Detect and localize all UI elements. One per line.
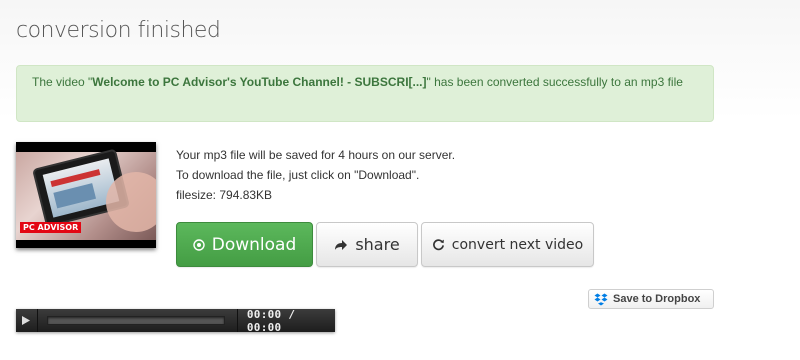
- dropbox-icon: [594, 293, 608, 306]
- video-thumbnail: PC ADVISOR: [16, 142, 156, 248]
- page-title: conversion finished: [16, 18, 221, 43]
- thumbnail-logo: PC ADVISOR: [20, 222, 82, 233]
- refresh-icon: [432, 238, 445, 251]
- info-filesize: filesize: 794.83KB: [176, 188, 273, 202]
- alert-suffix: " has been converted successfully to an …: [426, 75, 683, 89]
- download-button[interactable]: Download: [176, 222, 313, 267]
- alert-prefix: The video ": [32, 75, 93, 89]
- share-button[interactable]: share: [316, 222, 418, 267]
- success-alert: The video "Welcome to PC Advisor's YouTu…: [16, 65, 714, 122]
- play-icon: [22, 312, 31, 330]
- convert-next-button[interactable]: convert next video: [421, 222, 594, 267]
- file-info: Your mp3 file will be saved for 4 hours …: [176, 145, 455, 205]
- info-download-note: To download the file, just click on "Dow…: [176, 168, 420, 182]
- save-to-dropbox-label: Save to Dropbox: [613, 293, 701, 305]
- progress-track[interactable]: [46, 316, 225, 325]
- share-arrow-icon: [334, 239, 348, 251]
- download-circle-icon: [193, 238, 205, 251]
- alert-video-title: Welcome to PC Advisor's YouTube Channel!…: [92, 75, 427, 89]
- share-button-label: share: [355, 235, 400, 254]
- audio-player: 00:00 / 00:00: [16, 307, 335, 334]
- play-button[interactable]: [16, 309, 38, 332]
- info-storage-note: Your mp3 file will be saved for 4 hours …: [176, 148, 456, 162]
- convert-next-button-label: convert next video: [451, 236, 584, 253]
- player-time: 00:00 / 00:00: [246, 307, 296, 334]
- save-to-dropbox-button[interactable]: Save to Dropbox: [588, 289, 714, 309]
- download-button-label: Download: [211, 234, 297, 255]
